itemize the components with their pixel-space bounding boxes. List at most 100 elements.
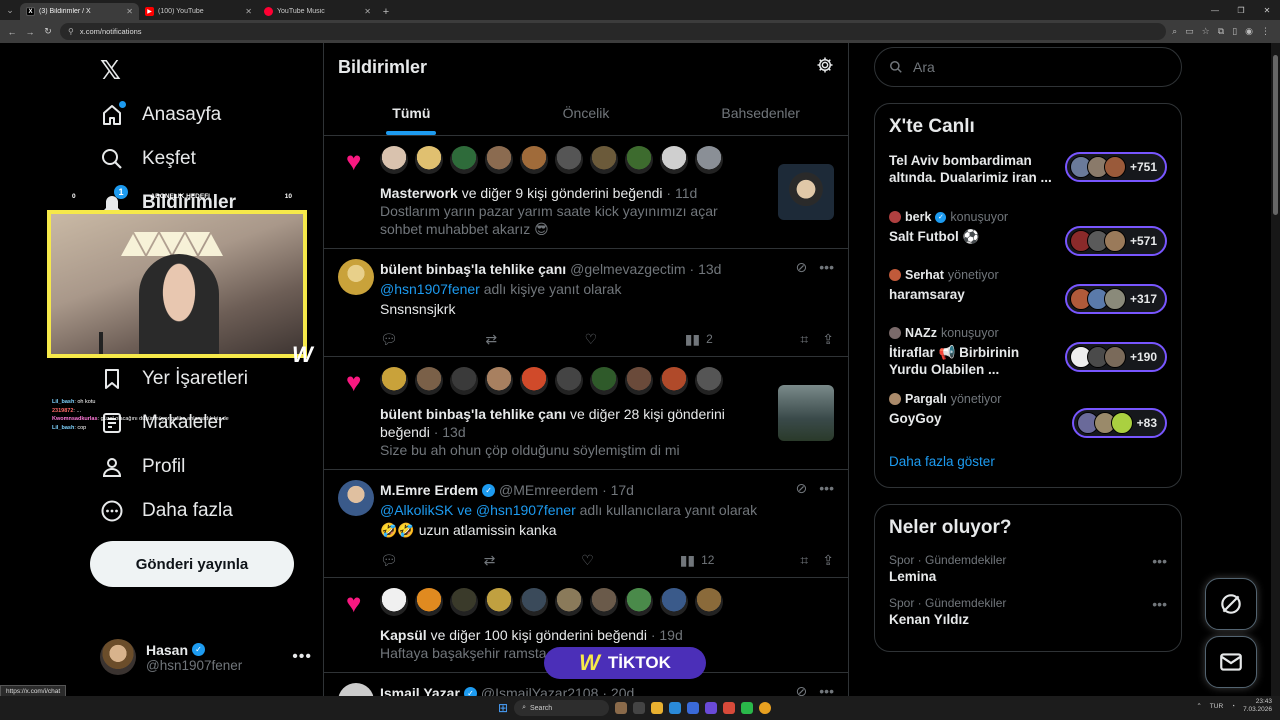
tab-priority[interactable]: Öncelik <box>499 91 674 135</box>
avatar[interactable] <box>338 259 374 295</box>
app-icon[interactable] <box>741 702 754 714</box>
minimize-icon[interactable]: — <box>1202 0 1228 20</box>
avatar[interactable] <box>590 146 618 174</box>
x-logo-icon[interactable]: 𝕏 <box>100 55 121 86</box>
like-icon[interactable]: ♡ <box>581 552 594 569</box>
share-icon[interactable]: ⇪ <box>822 552 834 569</box>
close-tab-icon[interactable]: ✕ <box>126 7 133 16</box>
avatar[interactable] <box>555 146 583 174</box>
tab-search-icon[interactable]: ⌄ <box>0 0 20 20</box>
taskbar-search[interactable]: ⌕ Search <box>514 700 610 716</box>
cast-icon[interactable]: ▭ <box>1185 26 1194 37</box>
views-icon[interactable]: ▮▮ 12 <box>680 552 715 569</box>
avatar[interactable] <box>450 146 478 174</box>
avatar[interactable] <box>415 588 443 616</box>
browser-tab-youtube-music[interactable]: YouTube Music ✕ <box>258 3 377 20</box>
more-options-icon[interactable]: ••• <box>1152 596 1167 612</box>
obs-icon[interactable] <box>723 702 736 714</box>
reply-post[interactable]: M.Emre Erdem ✓ @MEmreerdem · 17d ⊘ ••• @A… <box>324 470 848 578</box>
language-indicator[interactable]: TUR <box>1210 703 1223 710</box>
settings-gear-icon[interactable] <box>816 56 834 79</box>
close-tab-icon[interactable]: ✕ <box>364 7 371 16</box>
space-listeners[interactable]: +83 <box>1071 408 1167 438</box>
space-listeners[interactable]: +571 <box>1064 226 1167 256</box>
views-icon[interactable]: ▮▮ 2 <box>685 331 713 348</box>
maximize-icon[interactable]: ❐ <box>1228 0 1254 20</box>
avatar[interactable] <box>485 367 513 395</box>
grok-button[interactable] <box>1205 578 1257 630</box>
author-name[interactable]: M.Emre Erdem <box>380 482 478 498</box>
grok-icon[interactable]: ⊘ <box>796 259 808 276</box>
task-view-icon[interactable] <box>633 702 646 714</box>
clock[interactable]: 23:43 7.03.2026 <box>1243 698 1272 714</box>
sidebar-icon[interactable]: ▯ <box>1232 26 1237 37</box>
avatar[interactable] <box>590 588 618 616</box>
avatar[interactable] <box>660 367 688 395</box>
more-options-icon[interactable]: ••• <box>819 480 834 497</box>
avatar[interactable] <box>520 367 548 395</box>
avatar[interactable] <box>380 146 408 174</box>
avatar[interactable] <box>338 480 374 516</box>
avatar[interactable] <box>625 367 653 395</box>
avatar[interactable] <box>555 588 583 616</box>
avatar[interactable] <box>660 588 688 616</box>
page-scrollbar[interactable] <box>1271 43 1280 696</box>
extensions-icon[interactable]: ⧉ <box>1218 26 1224 37</box>
avatar[interactable] <box>485 588 513 616</box>
network-icon[interactable]: ◔ <box>1231 703 1235 710</box>
bookmark-icon[interactable]: ⌗ <box>800 331 808 348</box>
avatar[interactable] <box>695 588 723 616</box>
close-tab-icon[interactable]: ✕ <box>245 7 252 16</box>
discord-icon[interactable] <box>705 702 718 714</box>
avatar[interactable] <box>415 146 443 174</box>
space-listeners[interactable]: +190 <box>1064 342 1167 372</box>
menu-icon[interactable]: ⋮ <box>1261 26 1270 37</box>
live-space-item[interactable]: Serhat yönetiyor haramsaray +317 <box>889 268 1167 314</box>
more-options-icon[interactable]: ••• <box>1152 553 1167 569</box>
tray-chevron-icon[interactable]: ⌃ <box>1196 702 1201 710</box>
nav-item-bookmarks[interactable]: Yer İşaretleri <box>100 357 248 401</box>
account-switcher[interactable]: Hasan ✓ @hsn1907fener ••• <box>100 637 312 677</box>
post-thumbnail[interactable] <box>778 164 834 220</box>
avatar[interactable] <box>450 367 478 395</box>
avatar[interactable] <box>450 588 478 616</box>
reply-icon[interactable]: 💬︎ <box>380 331 398 348</box>
bookmark-icon[interactable]: ⌗ <box>800 552 808 569</box>
chrome-icon[interactable] <box>759 702 772 714</box>
store-icon[interactable] <box>687 702 700 714</box>
avatar[interactable] <box>380 367 408 395</box>
address-bar[interactable]: ⚲ x.com/notifications <box>60 23 1167 40</box>
avatar[interactable] <box>555 367 583 395</box>
live-space-item[interactable]: berk ✓ konuşuyor Salt Futbol ⚽ +571 <box>889 210 1167 256</box>
like-notification[interactable]: ♥ Masterwork ve diğer 9 kişi gönderini b… <box>324 136 848 249</box>
scrollbar-thumb[interactable] <box>1273 55 1278 215</box>
nav-item-profile[interactable]: Profil <box>100 445 185 489</box>
like-notification[interactable]: ♥ bülent binbaş'la tehlike çanı ve diğer… <box>324 357 848 470</box>
post-thumbnail[interactable] <box>778 385 834 441</box>
avatar[interactable] <box>520 588 548 616</box>
messages-button[interactable] <box>1205 636 1257 688</box>
new-tab-button[interactable]: + <box>377 3 395 20</box>
avatar[interactable] <box>485 146 513 174</box>
back-icon[interactable]: ← <box>6 27 18 37</box>
avatar[interactable] <box>625 146 653 174</box>
browser-tab-youtube[interactable]: ▶ (100) YouTube ✕ <box>139 3 258 20</box>
site-info-icon[interactable]: ⚲ <box>68 27 74 36</box>
share-icon[interactable]: ⇪ <box>822 331 834 348</box>
space-listeners[interactable]: +317 <box>1064 284 1167 314</box>
forward-icon[interactable]: → <box>24 27 36 37</box>
avatar[interactable] <box>380 588 408 616</box>
tab-mentions[interactable]: Bahsedenler <box>673 91 848 135</box>
file-explorer-icon[interactable] <box>651 702 664 714</box>
windows-start-icon[interactable]: ⊞ <box>498 701 508 715</box>
author-name[interactable]: bülent binbaş'la tehlike çanı <box>380 261 566 277</box>
like-icon[interactable]: ♡ <box>585 331 598 348</box>
grok-icon[interactable]: ⊘ <box>796 480 808 497</box>
space-listeners[interactable]: +751 <box>1064 152 1167 182</box>
trend-item[interactable]: Spor · Gündemdekiler Kenan Yıldız ••• <box>889 596 1167 627</box>
close-window-icon[interactable]: ✕ <box>1254 0 1280 20</box>
widget-icon[interactable] <box>615 702 628 714</box>
avatar[interactable] <box>590 367 618 395</box>
profile-icon[interactable]: ◉ <box>1245 26 1253 37</box>
live-space-item[interactable]: NAZz konuşuyor İtiraflar 📢 Birbirinin Yur… <box>889 326 1167 378</box>
